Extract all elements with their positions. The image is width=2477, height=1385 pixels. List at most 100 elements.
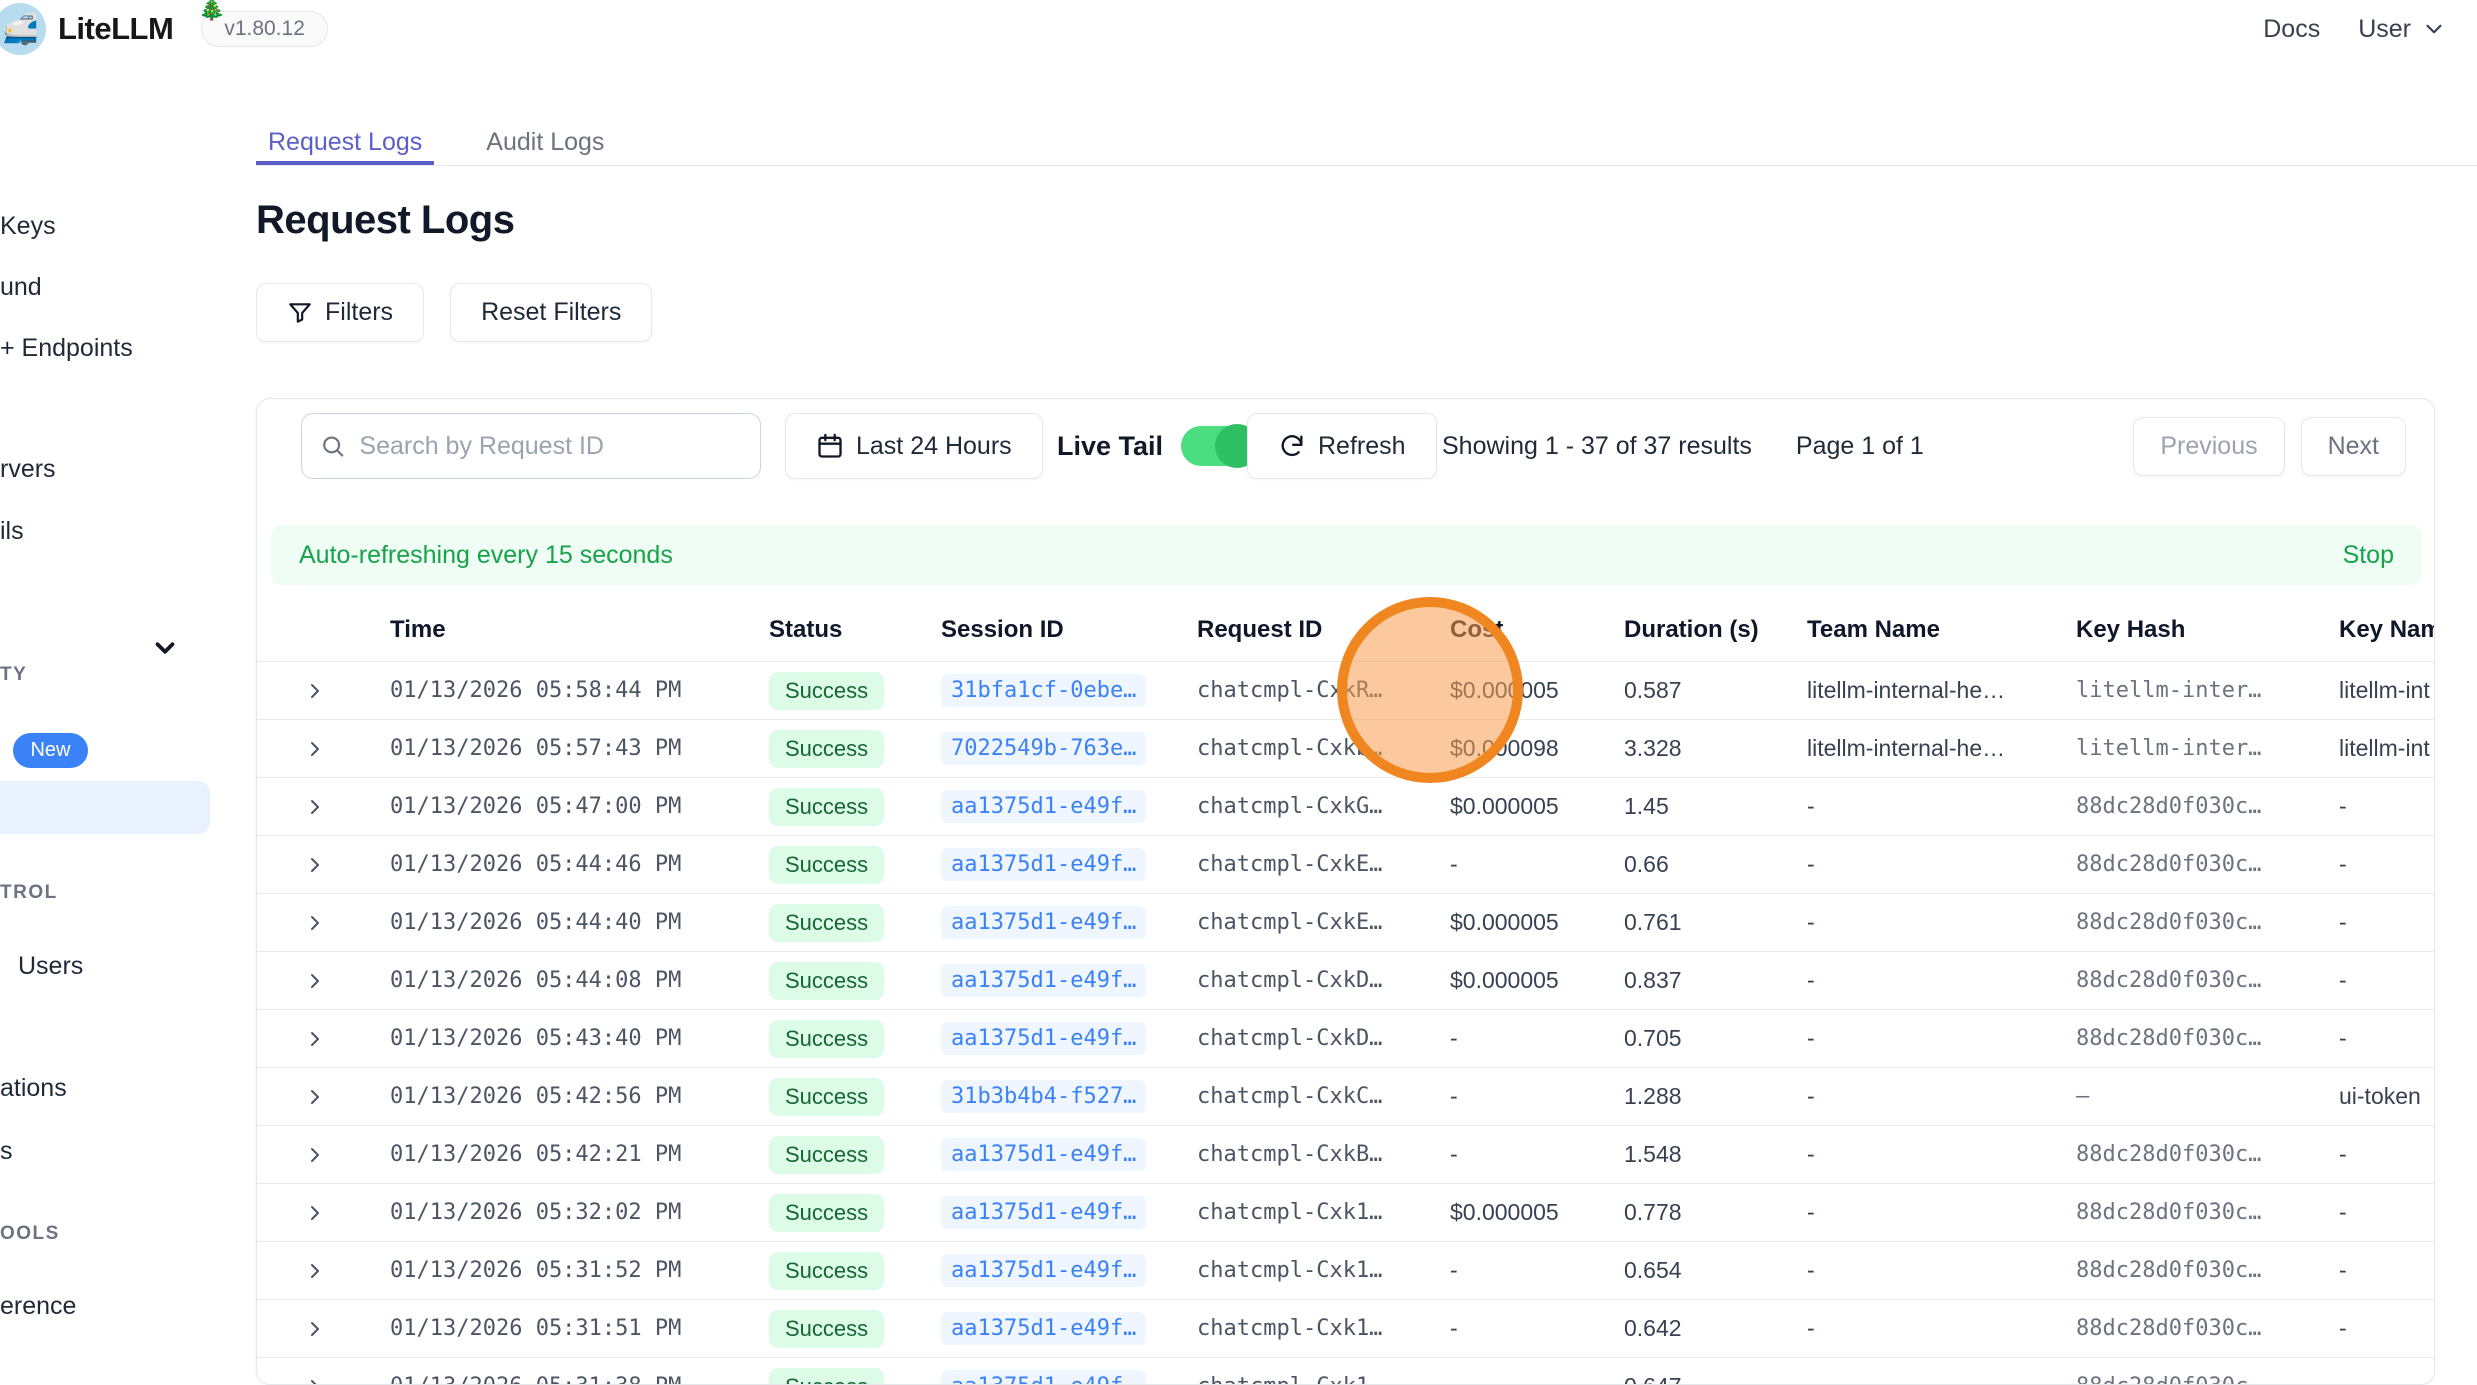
table-row: 01/13/2026 05:43:40 PM Success aa1375d1-… (257, 1009, 2435, 1067)
sidebar-item-models-endpoints[interactable]: + Endpoints (0, 334, 133, 363)
cell-time: 01/13/2026 05:58:44 PM (390, 678, 769, 703)
expand-row-chevron-icon[interactable] (257, 795, 390, 819)
previous-page-button[interactable]: Previous (2133, 417, 2284, 476)
expand-row-chevron-icon[interactable] (257, 737, 390, 761)
showing-results-text: Showing 1 - 37 of 37 results (1442, 432, 1752, 461)
cell-cost: - (1450, 1257, 1624, 1284)
cell-key-hash: 88dc28d0f030c… (2076, 794, 2339, 819)
session-id-link[interactable]: 31bfa1cf-0ebe… (941, 674, 1146, 707)
cell-time: 01/13/2026 05:42:56 PM (390, 1084, 769, 1109)
session-id-link[interactable]: aa1375d1-e49f… (941, 1254, 1146, 1287)
expand-row-chevron-icon[interactable] (257, 1317, 390, 1341)
user-menu[interactable]: User (2358, 15, 2447, 44)
cell-status: Success (769, 846, 941, 884)
brand: 🚅 LiteLLM 🎄 v1.80.12 (0, 0, 328, 58)
sidebar-collapse-chevron-icon[interactable] (150, 633, 180, 663)
cell-key-name: - (2339, 1199, 2435, 1226)
sidebar-item-servers[interactable]: rvers (0, 455, 56, 484)
cell-team-name: - (1807, 851, 2076, 878)
session-id-link[interactable]: aa1375d1-e49f… (941, 906, 1146, 939)
session-id-link[interactable]: aa1375d1-e49f… (941, 848, 1146, 881)
expand-row-chevron-icon[interactable] (257, 969, 390, 993)
sidebar-section-access-control: TROL (0, 882, 58, 904)
expand-row-chevron-icon[interactable] (257, 1027, 390, 1051)
time-range-button[interactable]: Last 24 Hours (785, 413, 1043, 479)
session-id-link[interactable]: aa1375d1-e49f… (941, 1138, 1146, 1171)
cell-duration: 0.647 (1624, 1373, 1807, 1385)
cell-session-id: aa1375d1-e49f… (941, 906, 1197, 939)
expand-row-chevron-icon[interactable] (257, 1375, 390, 1385)
cell-cost: $0.000005 (1450, 793, 1624, 820)
session-id-link[interactable]: aa1375d1-e49f… (941, 1312, 1146, 1345)
sidebar-item-api-reference[interactable]: erence (0, 1292, 76, 1321)
status-badge: Success (769, 1078, 884, 1116)
col-key-name: Key Name (2339, 616, 2435, 644)
top-bar-right: Docs User (2263, 0, 2447, 58)
cell-time: 01/13/2026 05:31:52 PM (390, 1258, 769, 1283)
refresh-button[interactable]: Refresh (1247, 413, 1437, 479)
cell-request-id: chatcmpl-CxkE… (1197, 910, 1450, 935)
live-tail-toggle[interactable] (1181, 426, 1257, 466)
session-id-link[interactable]: 7022549b-763e… (941, 732, 1146, 765)
col-status: Status (769, 616, 941, 644)
sidebar-item-teams[interactable]: s (0, 1137, 13, 1166)
version-label: v1.80.12 (224, 17, 305, 40)
litellm-logo-icon: 🚅 (0, 3, 46, 55)
request-logs-table: Time Status Session ID Request ID Cost D… (257, 599, 2435, 1385)
sidebar-item-users[interactable]: Users (18, 952, 83, 981)
cell-key-hash: – (2076, 1084, 2339, 1109)
chevron-down-icon (2421, 16, 2447, 42)
search-box (301, 413, 761, 479)
expand-row-chevron-icon[interactable] (257, 911, 390, 935)
search-input[interactable] (359, 432, 742, 461)
live-tail-control: Live Tail (1057, 413, 1257, 479)
sidebar-item-organizations[interactable]: ations (0, 1074, 67, 1103)
sidebar-item-guardrails[interactable]: ils (0, 517, 24, 546)
sidebar-item-playground[interactable]: und (0, 273, 42, 302)
logs-card: Last 24 Hours Live Tail Refresh Showing … (256, 398, 2435, 1385)
tab-request-logs[interactable]: Request Logs (256, 128, 434, 165)
cell-request-id: chatcmpl-Cxk1… (1197, 1200, 1450, 1225)
cell-session-id: aa1375d1-e49f… (941, 848, 1197, 881)
col-cost: Cost (1450, 616, 1624, 644)
cell-status: Success (769, 788, 941, 826)
reset-filters-button[interactable]: Reset Filters (450, 283, 652, 342)
cell-key-name: - (2339, 1141, 2435, 1168)
cell-time: 01/13/2026 05:44:40 PM (390, 910, 769, 935)
tab-audit-logs[interactable]: Audit Logs (474, 128, 616, 165)
cell-request-id: chatcmpl-CxkR… (1197, 678, 1450, 703)
docs-link[interactable]: Docs (2263, 15, 2320, 44)
session-id-link[interactable]: aa1375d1-e49f… (941, 790, 1146, 823)
cell-duration: 0.654 (1624, 1257, 1807, 1284)
cell-key-name: ui-token (2339, 1083, 2435, 1110)
table-row: 01/13/2026 05:31:38 PM Success aa1375d1-… (257, 1357, 2435, 1385)
expand-row-chevron-icon[interactable] (257, 853, 390, 877)
sidebar-item-logs-selected[interactable] (0, 781, 210, 834)
search-icon (320, 432, 345, 460)
sidebar-item-keys[interactable]: Keys (0, 212, 56, 241)
expand-row-chevron-icon[interactable] (257, 1259, 390, 1283)
expand-row-chevron-icon[interactable] (257, 1085, 390, 1109)
session-id-link[interactable]: aa1375d1-e49f… (941, 1370, 1146, 1385)
auto-refresh-banner: Auto-refreshing every 15 seconds Stop (271, 525, 2422, 585)
session-id-link[interactable]: 31b3b4b4-f527… (941, 1080, 1146, 1113)
cell-team-name: - (1807, 1025, 2076, 1052)
logs-toolbar: Last 24 Hours Live Tail Refresh Showing … (257, 399, 2435, 515)
status-badge: Success (769, 730, 884, 768)
col-time: Time (390, 616, 769, 644)
session-id-link[interactable]: aa1375d1-e49f… (941, 1022, 1146, 1055)
cell-duration: 1.288 (1624, 1083, 1807, 1110)
session-id-link[interactable]: aa1375d1-e49f… (941, 1196, 1146, 1229)
next-page-button[interactable]: Next (2301, 417, 2406, 476)
train-emoji-icon: 🚅 (1, 12, 38, 47)
expand-row-chevron-icon[interactable] (257, 1143, 390, 1167)
cell-status: Success (769, 730, 941, 768)
expand-row-chevron-icon[interactable] (257, 679, 390, 703)
session-id-link[interactable]: aa1375d1-e49f… (941, 964, 1146, 997)
cell-time: 01/13/2026 05:31:38 PM (390, 1374, 769, 1385)
cell-duration: 0.761 (1624, 909, 1807, 936)
cell-cost: $0.000005 (1450, 909, 1624, 936)
expand-row-chevron-icon[interactable] (257, 1201, 390, 1225)
filters-button[interactable]: Filters (256, 283, 424, 342)
stop-auto-refresh-button[interactable]: Stop (2343, 541, 2394, 570)
